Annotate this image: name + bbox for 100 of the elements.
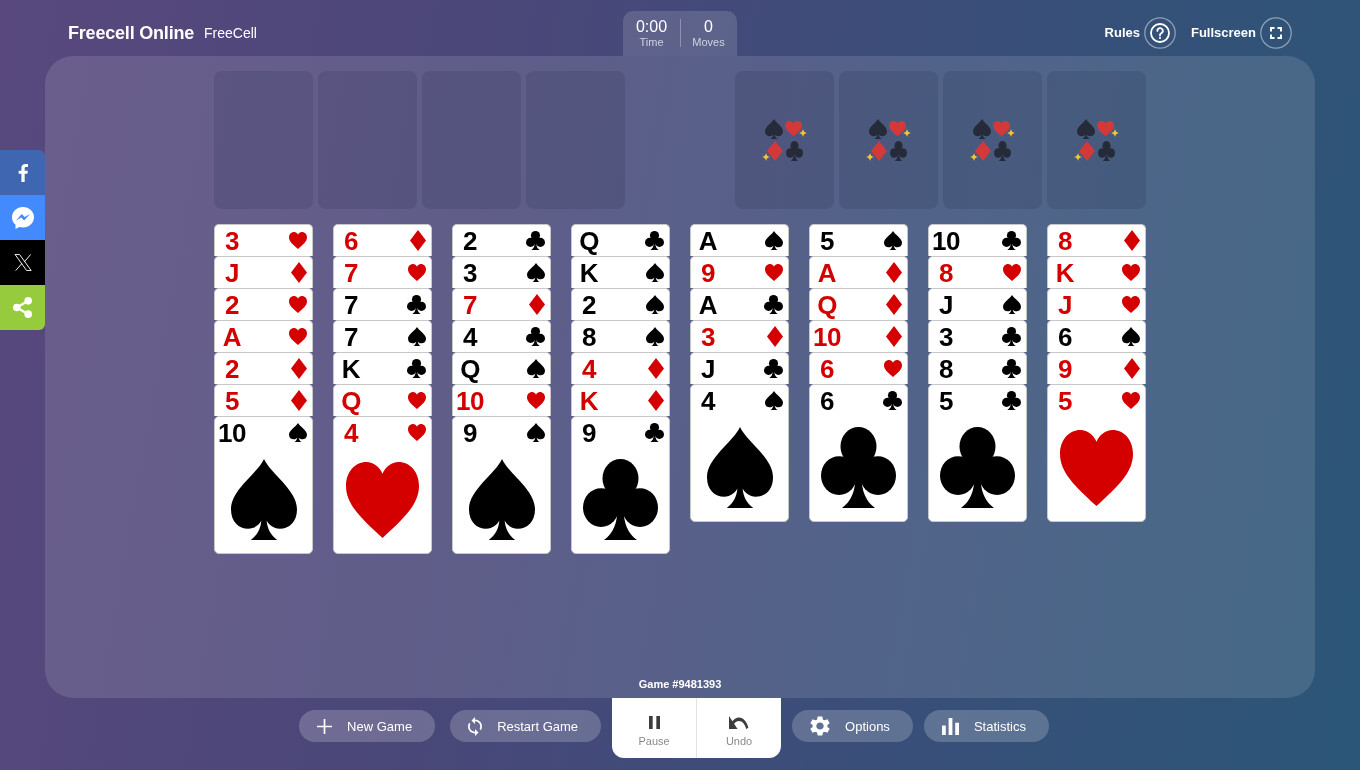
playing-card[interactable]: Q <box>333 384 432 416</box>
playing-card[interactable]: 10 <box>809 320 908 352</box>
playing-card[interactable]: 4 <box>571 352 670 384</box>
playing-card[interactable]: 5 <box>1047 384 1146 522</box>
spade-icon <box>765 231 783 250</box>
playing-card[interactable]: A <box>809 256 908 288</box>
diamond-icon <box>410 230 426 251</box>
card-rank: 9 <box>1057 353 1073 384</box>
diamond-icon <box>648 390 664 411</box>
playing-card[interactable]: 8 <box>928 256 1027 288</box>
playing-card[interactable]: 7 <box>333 288 432 320</box>
card-rank: 3 <box>938 321 954 352</box>
playing-card[interactable]: 10 <box>928 224 1027 256</box>
rules-button[interactable]: Rules <box>1104 16 1176 49</box>
playing-card[interactable]: Q <box>809 288 908 320</box>
playing-card[interactable]: 8 <box>571 320 670 352</box>
spade-icon <box>527 263 545 282</box>
playing-card[interactable]: 2 <box>452 224 551 256</box>
playing-card[interactable]: J <box>928 288 1027 320</box>
playing-card[interactable]: 7 <box>452 288 551 320</box>
playing-card[interactable]: 4 <box>452 320 551 352</box>
card-rank: 7 <box>343 321 359 352</box>
playing-card[interactable]: Q <box>452 352 551 384</box>
options-button[interactable]: Options <box>792 710 913 742</box>
card-rank: 10 <box>217 417 247 448</box>
club-icon <box>1002 391 1021 410</box>
playing-card[interactable]: 2 <box>214 352 313 384</box>
playing-card[interactable]: K <box>1047 256 1146 288</box>
club-icon <box>764 359 783 378</box>
playing-card[interactable]: 8 <box>928 352 1027 384</box>
playing-card[interactable]: Q <box>571 224 670 256</box>
playing-card[interactable]: 4 <box>333 416 432 554</box>
playing-card[interactable]: 9 <box>1047 352 1146 384</box>
playing-card[interactable]: 5 <box>809 224 908 256</box>
card-rank: Q <box>340 385 362 416</box>
playing-card[interactable]: K <box>333 352 432 384</box>
restart-game-button[interactable]: Restart Game <box>450 710 602 742</box>
playing-card[interactable]: 6 <box>1047 320 1146 352</box>
playing-card[interactable]: J <box>1047 288 1146 320</box>
playing-card[interactable]: 5 <box>214 384 313 416</box>
playing-card[interactable]: 3 <box>928 320 1027 352</box>
playing-card[interactable]: K <box>571 256 670 288</box>
share-icon <box>13 297 32 318</box>
card-rank: Q <box>578 225 600 256</box>
playing-card[interactable]: A <box>690 224 789 256</box>
playing-card[interactable]: 10 <box>452 384 551 416</box>
playing-card[interactable]: 2 <box>214 288 313 320</box>
playing-card[interactable]: 3 <box>214 224 313 256</box>
heart-icon <box>1003 264 1021 281</box>
playing-card[interactable]: 9 <box>690 256 789 288</box>
playing-card[interactable]: 7 <box>333 320 432 352</box>
playing-card[interactable]: 6 <box>809 384 908 522</box>
club-icon <box>645 423 664 442</box>
card-rank: J <box>1057 289 1073 320</box>
counter-value: 0:00 <box>635 16 668 36</box>
new-game-button[interactable]: New Game <box>299 710 436 742</box>
card-rank: J <box>700 353 716 384</box>
card-rank: 5 <box>224 385 240 416</box>
playing-card[interactable]: A <box>690 288 789 320</box>
card-rank: 3 <box>462 257 478 288</box>
playing-card[interactable]: A <box>214 320 313 352</box>
pause-icon <box>648 716 660 729</box>
card-rank: 9 <box>462 417 478 448</box>
playing-card[interactable]: 3 <box>452 256 551 288</box>
playing-card[interactable]: 9 <box>452 416 551 554</box>
playing-card[interactable]: 10 <box>214 416 313 554</box>
x-button[interactable] <box>0 240 45 285</box>
diamond-icon <box>529 294 545 315</box>
facebook-button[interactable] <box>0 150 45 195</box>
statistics-button[interactable]: Statistics <box>923 710 1049 742</box>
messenger-button[interactable] <box>0 195 45 240</box>
card-rank: 8 <box>1057 225 1073 256</box>
playing-card[interactable]: J <box>690 352 789 384</box>
playing-card[interactable]: 8 <box>1047 224 1146 256</box>
messenger-icon <box>11 206 34 229</box>
fullscreen-button[interactable]: Fullscreen <box>1190 16 1292 49</box>
bar-chart-icon <box>941 717 959 735</box>
playing-card[interactable]: 5 <box>928 384 1027 522</box>
playing-card[interactable]: K <box>571 384 670 416</box>
facebook-icon <box>17 163 28 182</box>
spade-icon <box>1003 295 1021 314</box>
card-rank: 2 <box>462 225 478 256</box>
playing-card[interactable]: 2 <box>571 288 670 320</box>
pause-button[interactable]: Pause <box>612 698 697 758</box>
club-icon <box>1002 359 1021 378</box>
app-title: Freecell Online <box>68 22 195 44</box>
playing-card[interactable]: J <box>214 256 313 288</box>
playing-card[interactable]: 3 <box>690 320 789 352</box>
playing-card[interactable]: 6 <box>333 224 432 256</box>
playing-card[interactable]: 7 <box>333 256 432 288</box>
undo-button[interactable]: Undo <box>696 698 782 758</box>
card-rank: 6 <box>819 353 835 384</box>
diamond-icon <box>1124 358 1140 379</box>
playing-card[interactable]: 9 <box>571 416 670 554</box>
playing-card[interactable]: 4 <box>690 384 789 522</box>
club-icon <box>407 359 426 378</box>
card-rank: 9 <box>700 257 716 288</box>
card-rank: 4 <box>700 385 717 416</box>
diamond-icon <box>1124 230 1140 251</box>
playing-card[interactable]: 6 <box>809 352 908 384</box>
